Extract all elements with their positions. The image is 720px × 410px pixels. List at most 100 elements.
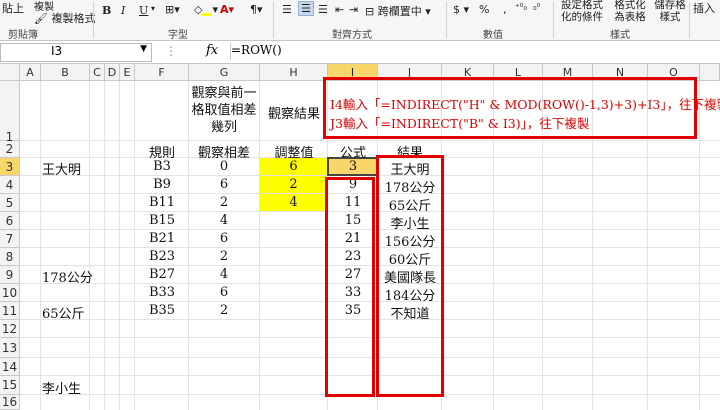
cell-h5[interactable]: 4	[260, 195, 327, 210]
border-icon[interactable]: ⊞▾	[165, 3, 180, 16]
font-direction-icon[interactable]: ¶▾	[250, 3, 263, 16]
cell-b9[interactable]: 178公分	[42, 267, 93, 286]
cell-f10[interactable]: B33	[135, 285, 189, 300]
row-header-5[interactable]: 5	[0, 194, 20, 212]
col-header-c[interactable]: C	[90, 64, 105, 81]
row-header-15[interactable]: 15	[0, 376, 20, 395]
fill-color-icon[interactable]: ◇ ▾	[194, 3, 218, 16]
cell-i3[interactable]: 3	[328, 159, 378, 174]
cell-g4[interactable]: 6	[189, 177, 259, 192]
row-header-16[interactable]: 16	[0, 395, 20, 410]
formula-input[interactable]: =ROW()	[230, 43, 719, 60]
more-options-icon[interactable]: ⋮	[165, 44, 177, 58]
row-header-3[interactable]: 3	[0, 158, 20, 176]
col-header-e[interactable]: E	[120, 64, 135, 81]
decrease-decimal-icon[interactable]: ₀⁰	[533, 3, 540, 13]
cell-g3[interactable]: 0	[189, 159, 259, 174]
cell-b11[interactable]: 65公斤	[42, 303, 85, 322]
formula-text: =ROW()	[231, 43, 282, 57]
cell-f8[interactable]: B23	[135, 249, 189, 264]
row-header-10[interactable]: 10	[0, 284, 20, 302]
comma-button[interactable]: ,	[503, 3, 507, 16]
gridline	[40, 81, 41, 410]
col-header-extra[interactable]	[700, 64, 720, 81]
row-header-11[interactable]: 11	[0, 302, 20, 320]
cell-h3[interactable]: 6	[260, 159, 327, 174]
cell-g1[interactable]: 觀察與前一 格取值相差 幾列	[189, 85, 259, 136]
cell-f3[interactable]: B3	[135, 159, 189, 174]
italic-button[interactable]: I	[121, 4, 125, 17]
cell-b15[interactable]: 李小生	[42, 378, 81, 397]
font-color-icon[interactable]: A▾	[220, 3, 234, 16]
conditional-format-button[interactable]: 設定格式化的條件	[556, 0, 608, 23]
row-header-12[interactable]: 12	[0, 320, 20, 338]
insert-button[interactable]: 插入	[693, 0, 715, 16]
row-header-9[interactable]: 9	[0, 266, 20, 284]
col-header-a[interactable]: A	[20, 64, 41, 81]
row-header-4[interactable]: 4	[0, 176, 20, 194]
col-header-d[interactable]: D	[105, 64, 120, 81]
cell-g7[interactable]: 6	[189, 231, 259, 246]
cell-g8[interactable]: 2	[189, 249, 259, 264]
select-all-corner[interactable]	[0, 64, 20, 81]
format-as-table-button[interactable]: 格式化為表格	[612, 0, 648, 23]
cell-g6[interactable]: 4	[189, 213, 259, 228]
row-header-8[interactable]: 8	[0, 248, 20, 266]
col-header-b[interactable]: B	[41, 64, 90, 81]
cell-f6[interactable]: B15	[135, 213, 189, 228]
cell-b3[interactable]: 王大明	[42, 159, 81, 178]
cell-h4[interactable]: 2	[260, 177, 327, 192]
row-header-1[interactable]: 1	[0, 81, 20, 144]
col-header-h[interactable]: H	[260, 64, 328, 81]
gridline	[119, 81, 120, 410]
paste-button[interactable]: 貼上	[2, 0, 24, 16]
row-header-2[interactable]: 2	[0, 141, 20, 158]
cell-g9[interactable]: 4	[189, 267, 259, 282]
align-right-icon[interactable]: ☰	[318, 3, 328, 16]
align-left-icon[interactable]: ☰	[282, 3, 292, 16]
cell-g11[interactable]: 2	[189, 303, 259, 318]
merge-center-label: 跨欄置中	[377, 5, 422, 18]
cell-f9[interactable]: B27	[135, 267, 189, 282]
align-center-icon[interactable]: ☰	[298, 1, 314, 16]
separator	[93, 2, 94, 38]
format-painter-button[interactable]: 🖌 複製格式	[34, 10, 95, 26]
row-header-14[interactable]: 14	[0, 358, 20, 376]
group-label-number: 數值	[483, 30, 503, 41]
cell-f4[interactable]: B9	[135, 177, 189, 192]
cell-g10[interactable]: 6	[189, 285, 259, 300]
currency-button[interactable]: $ ▾	[453, 3, 469, 16]
increase-indent-icon[interactable]: ⇥	[349, 3, 358, 16]
annotation-line-2: J3輸入「=INDIRECT("B" & I3)」，往下複製	[330, 116, 590, 131]
gridline	[259, 81, 260, 410]
cell-g1-line3: 幾列	[210, 120, 237, 135]
col-header-g[interactable]: G	[189, 64, 260, 81]
insert-function-icon[interactable]: fx	[206, 43, 218, 58]
merge-center-button[interactable]: ⊟ 跨欄置中 ▾	[365, 3, 431, 19]
cell-styles-button[interactable]: 儲存格樣式	[652, 0, 688, 23]
cell-f11[interactable]: B35	[135, 303, 189, 318]
annotation-line-1: I4輸入「=INDIRECT("H" & MOD(ROW()-1,3)+3)+I…	[330, 97, 720, 112]
col-header-f[interactable]: F	[135, 64, 189, 81]
cell-h1[interactable]: 觀察結果	[260, 103, 328, 122]
increase-decimal-icon[interactable]: ⁺⁰₀	[515, 3, 527, 13]
name-box[interactable]: I3 ▼	[0, 43, 152, 62]
separator	[446, 2, 447, 38]
decrease-indent-icon[interactable]: ⇤	[335, 3, 344, 16]
result-column-outline	[376, 155, 444, 397]
row-header-13[interactable]: 13	[0, 338, 20, 358]
chevron-down-icon[interactable]: ▾	[151, 4, 155, 13]
row-header-7[interactable]: 7	[0, 230, 20, 248]
percent-button[interactable]: %	[479, 3, 489, 16]
cell-g1-line2: 格取值相差	[191, 103, 257, 118]
separator	[273, 2, 274, 38]
group-label-clipboard: 剪貼簿	[8, 30, 38, 41]
row-header-6[interactable]: 6	[0, 212, 20, 230]
underline-button[interactable]: U	[139, 4, 148, 17]
cell-f7[interactable]: B21	[135, 231, 189, 246]
cell-g5[interactable]: 2	[189, 195, 259, 210]
cell-f5[interactable]: B11	[135, 195, 189, 210]
chevron-down-icon[interactable]: ▼	[140, 44, 147, 54]
bold-button[interactable]: B	[102, 4, 111, 17]
group-label-alignment: 對齊方式	[332, 30, 372, 41]
